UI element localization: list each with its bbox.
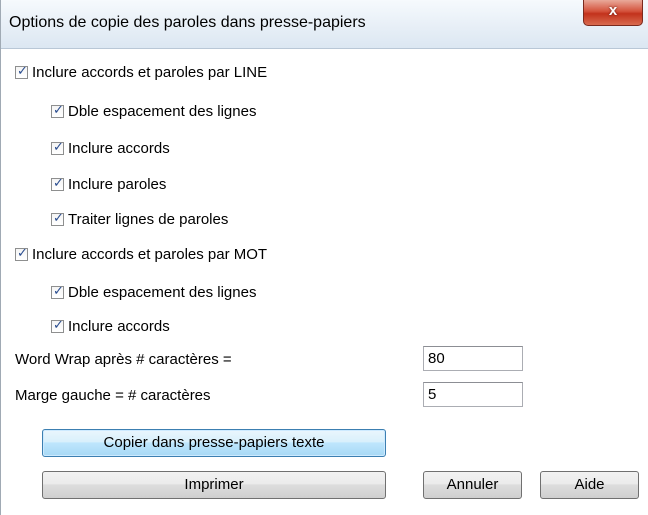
checkbox-label: Inclure accords [68,317,170,335]
check-icon: ✓ [53,317,64,333]
checkbox-label: Inclure accords et paroles par MOT [32,245,268,263]
check-icon: ✓ [53,210,64,226]
word-wrap-label: Word Wrap après # caractères = [15,351,232,368]
help-button[interactable]: Aide [540,471,639,499]
checkbox-box[interactable]: ✓ [51,175,64,191]
checkbox-label: Inclure paroles [68,175,167,193]
checkbox-box[interactable]: ✓ [51,139,64,155]
checkbox-box[interactable]: ✓ [15,63,28,79]
print-button[interactable]: Imprimer [42,471,386,499]
check-icon: ✓ [17,245,28,261]
checkbox-label: Traiter lignes de paroles [68,210,229,228]
check-icon: ✓ [53,175,64,191]
cancel-button[interactable]: Annuler [423,471,522,499]
left-margin-label: Marge gauche = # caractères [15,387,211,404]
checkbox-box[interactable]: ✓ [51,317,64,333]
checkbox-line-double-spacing[interactable]: ✓ Dble espacement des lignes [51,101,256,121]
checkbox-box[interactable]: ✓ [51,210,64,226]
check-icon: ✓ [53,102,64,118]
dialog-title: Options de copie des paroles dans presse… [9,14,366,31]
title-bar[interactable]: Options de copie des paroles dans presse… [1,0,648,49]
checkbox-label: Inclure accords et paroles par LINE [32,63,268,81]
close-button[interactable]: x [583,0,643,26]
checkbox-line-include-lyrics[interactable]: ✓ Inclure paroles [51,174,166,194]
checkbox-box[interactable]: ✓ [51,102,64,118]
checkbox-label: Inclure accords [68,139,170,157]
checkbox-label: Dble espacement des lignes [68,102,257,120]
dialog-content: ✓ Inclure accords et paroles par LINE ✓ … [1,49,648,515]
checkbox-include-by-line[interactable]: ✓ Inclure accords et paroles par LINE [15,62,267,82]
checkbox-include-by-word[interactable]: ✓ Inclure accords et paroles par MOT [15,244,267,264]
copy-text-button[interactable]: Copier dans presse-papiers texte [42,429,386,457]
dialog-window: Options de copie des paroles dans presse… [0,0,648,515]
checkbox-word-double-spacing[interactable]: ✓ Dble espacement des lignes [51,282,256,302]
word-wrap-input[interactable]: 80 [423,346,523,371]
checkbox-line-include-chords[interactable]: ✓ Inclure accords [51,138,170,158]
check-icon: ✓ [17,63,28,79]
checkbox-label: Dble espacement des lignes [68,283,257,301]
left-margin-input[interactable]: 5 [423,382,523,407]
check-icon: ✓ [53,283,64,299]
check-icon: ✓ [53,139,64,155]
checkbox-box[interactable]: ✓ [51,283,64,299]
checkbox-line-process-lyric-lines[interactable]: ✓ Traiter lignes de paroles [51,209,228,229]
checkbox-box[interactable]: ✓ [15,245,28,261]
checkbox-word-include-chords[interactable]: ✓ Inclure accords [51,316,170,336]
